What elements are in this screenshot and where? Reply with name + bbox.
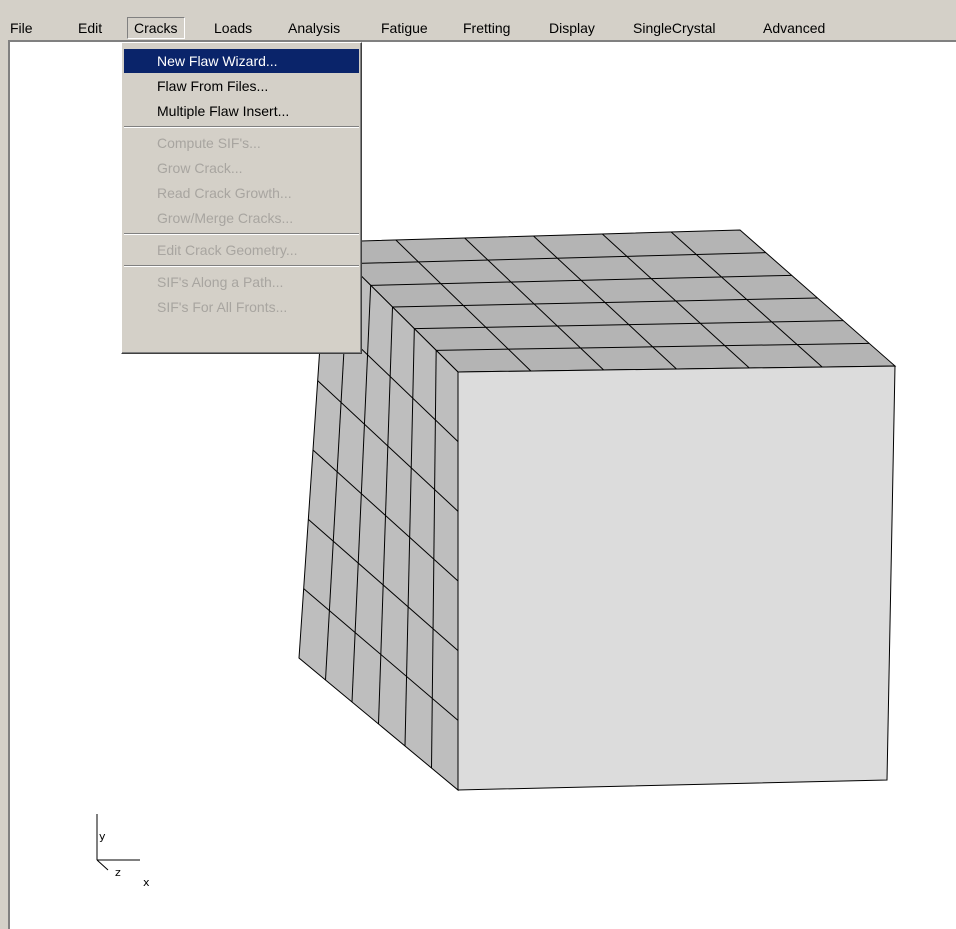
menu-item-edit-crack-geometry[interactable]: Edit Crack Geometry...	[124, 238, 359, 262]
menu-edit[interactable]: Edit	[78, 18, 102, 38]
cracks-dropdown-menu: New Flaw Wizard... Flaw From Files... Mu…	[121, 42, 362, 354]
menu-display[interactable]: Display	[549, 18, 595, 38]
menu-cracks[interactable]: Cracks	[127, 17, 185, 39]
mesh-cube[interactable]	[298, 229, 897, 792]
menu-item-flaw-from-files[interactable]: Flaw From Files...	[124, 74, 359, 98]
menu-item-grow-crack[interactable]: Grow Crack...	[124, 156, 359, 180]
menu-separator	[124, 265, 359, 267]
menu-item-sifs-along-a-path[interactable]: SIF's Along a Path...	[124, 270, 359, 294]
axis-label-z: z	[115, 866, 121, 879]
axis-label-y: y	[99, 830, 106, 843]
menu-fretting[interactable]: Fretting	[463, 18, 510, 38]
menu-item-sifs-for-all-fronts[interactable]: SIF's For All Fronts...	[124, 295, 359, 319]
menu-bar: File Edit Cracks Loads Analysis Fatigue …	[0, 0, 956, 40]
axis-label-x: x	[143, 876, 150, 889]
menu-separator	[124, 233, 359, 235]
menu-item-new-flaw-wizard[interactable]: New Flaw Wizard...	[124, 49, 359, 73]
menu-loads[interactable]: Loads	[214, 18, 252, 38]
menu-fatigue[interactable]: Fatigue	[381, 18, 428, 38]
menu-item-compute-sifs[interactable]: Compute SIF's...	[124, 131, 359, 155]
menu-item-read-crack-growth[interactable]: Read Crack Growth...	[124, 181, 359, 205]
menu-item-grow-merge-cracks[interactable]: Grow/Merge Cracks...	[124, 206, 359, 230]
menu-advanced[interactable]: Advanced	[763, 18, 825, 38]
menu-singlecrystal[interactable]: SingleCrystal	[633, 18, 715, 38]
menu-separator	[124, 126, 359, 128]
cube-front-face[interactable]	[457, 365, 896, 791]
menu-file[interactable]: File	[10, 18, 33, 38]
menu-analysis[interactable]: Analysis	[288, 18, 340, 38]
menu-item-multiple-flaw-insert[interactable]: Multiple Flaw Insert...	[124, 99, 359, 123]
axis-triad: y x z	[96, 814, 150, 889]
